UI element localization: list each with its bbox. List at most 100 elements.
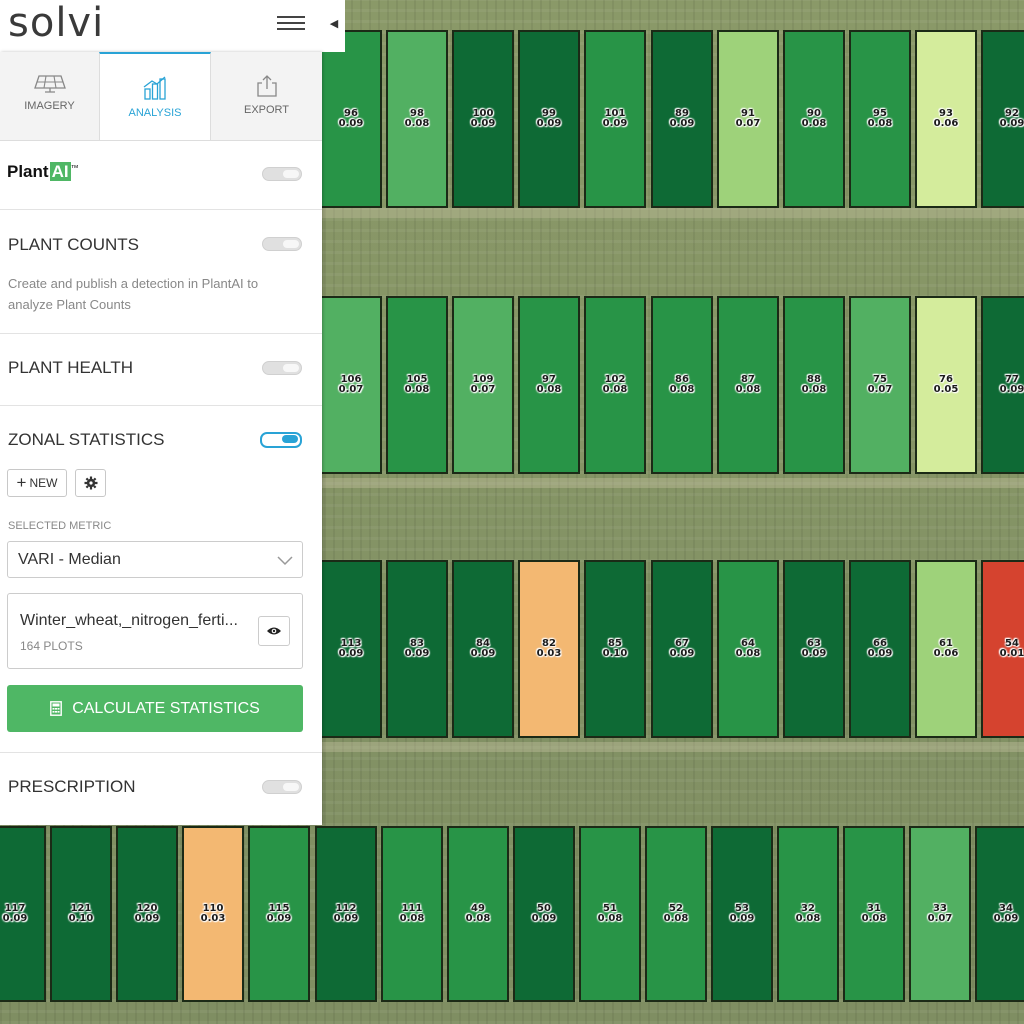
plot-label: 76 0.05 [917,375,975,395]
plot-value: 0.09 [536,118,562,129]
plot-label: 84 0.09 [454,639,512,659]
plot-84[interactable]: 84 0.09 [452,560,514,738]
plot-95[interactable]: 95 0.08 [849,30,911,208]
plot-89[interactable]: 89 0.09 [651,30,713,208]
plot-label: 31 0.08 [845,904,903,924]
new-button[interactable]: + NEW [7,469,67,497]
plot-52[interactable]: 52 0.08 [645,826,707,1002]
plot-75[interactable]: 75 0.07 [849,296,911,474]
plantai-toggle[interactable] [262,167,302,181]
plot-85[interactable]: 85 0.10 [584,560,646,738]
plot-value: 0.10 [602,648,628,659]
plant-counts-toggle[interactable] [262,237,302,251]
plot-51[interactable]: 51 0.08 [579,826,641,1002]
plot-value: 0.09 [338,648,364,659]
settings-button[interactable] [75,469,106,497]
plot-113[interactable]: 113 0.09 [320,560,382,738]
plot-label: 63 0.09 [785,639,843,659]
plot-value: 0.08 [602,384,628,395]
plot-label: 120 0.09 [118,904,176,924]
plot-value: 0.09 [531,913,557,924]
plant-health-toggle[interactable] [262,361,302,375]
layer-card[interactable]: Winter_wheat,_nitrogen_ferti... 164 PLOT… [7,593,303,669]
collapse-panel-icon[interactable]: ◀ [323,0,345,46]
plot-111[interactable]: 111 0.08 [381,826,443,1002]
plot-value: 0.09 [993,913,1019,924]
plot-101[interactable]: 101 0.09 [584,30,646,208]
plot-label: 52 0.08 [647,904,705,924]
plantai-section: Plant AI ™ [0,140,322,210]
selected-metric-label: SELECTED METRIC [8,520,112,532]
plot-91[interactable]: 91 0.07 [717,30,779,208]
plot-105[interactable]: 105 0.08 [386,296,448,474]
logo-text: solvi [8,0,105,46]
plot-value: 0.09 [729,913,755,924]
plot-115[interactable]: 115 0.09 [248,826,310,1002]
plot-121[interactable]: 121 0.10 [50,826,112,1002]
plot-83[interactable]: 83 0.09 [386,560,448,738]
plot-value: 0.08 [867,118,893,129]
layer-name: Winter_wheat,_nitrogen_ferti... [20,612,238,629]
plot-66[interactable]: 66 0.09 [849,560,911,738]
plot-label: 91 0.07 [719,109,777,129]
plot-117[interactable]: 117 0.09 [0,826,46,1002]
plot-63[interactable]: 63 0.09 [783,560,845,738]
plot-61[interactable]: 61 0.06 [915,560,977,738]
plot-label: 83 0.09 [388,639,446,659]
plot-77[interactable]: 77 0.09 [981,296,1024,474]
section-title: PLANT COUNTS [8,235,139,254]
metric-dropdown[interactable]: VARI - Median [7,541,303,578]
plot-87[interactable]: 87 0.08 [717,296,779,474]
prescription-toggle[interactable] [262,780,302,794]
plot-109[interactable]: 109 0.07 [452,296,514,474]
plot-86[interactable]: 86 0.08 [651,296,713,474]
plot-label: 53 0.09 [713,904,771,924]
panel-tabs: IMAGERY ANALYSIS EXPORT [0,52,322,141]
plot-54[interactable]: 54 0.01 [981,560,1024,738]
plot-53[interactable]: 53 0.09 [711,826,773,1002]
plot-92[interactable]: 92 0.09 [981,30,1024,208]
plot-label: 50 0.09 [515,904,573,924]
plot-label: 109 0.07 [454,375,512,395]
tab-label: ANALYSIS [128,107,182,119]
plot-97[interactable]: 97 0.08 [518,296,580,474]
calculate-statistics-button[interactable]: CALCULATE STATISTICS [7,685,303,732]
plot-93[interactable]: 93 0.06 [915,30,977,208]
hamburger-menu-icon[interactable] [277,12,305,36]
plot-96[interactable]: 96 0.09 [320,30,382,208]
plot-34[interactable]: 34 0.09 [975,826,1024,1002]
plot-64[interactable]: 64 0.08 [717,560,779,738]
solvi-logo[interactable]: solvi [8,0,104,46]
tab-export[interactable]: EXPORT [211,52,322,139]
plot-value: 0.03 [536,648,562,659]
tab-imagery[interactable]: IMAGERY [0,52,99,139]
plot-value: 0.09 [470,118,496,129]
plot-102[interactable]: 102 0.08 [584,296,646,474]
plot-82[interactable]: 82 0.03 [518,560,580,738]
plot-label: 89 0.09 [653,109,711,129]
analysis-chart-icon [143,76,166,100]
plot-110[interactable]: 110 0.03 [182,826,244,1002]
plot-99[interactable]: 99 0.09 [518,30,580,208]
zonal-statistics-toggle[interactable] [260,432,302,448]
plots-count: 164 PLOTS [20,639,83,653]
tab-analysis[interactable]: ANALYSIS [99,52,211,140]
visibility-button[interactable] [258,616,290,646]
plot-112[interactable]: 112 0.09 [315,826,377,1002]
plantai-brand-ai: AI [49,162,71,181]
plot-33[interactable]: 33 0.07 [909,826,971,1002]
plot-106[interactable]: 106 0.07 [320,296,382,474]
plot-31[interactable]: 31 0.08 [843,826,905,1002]
plot-32[interactable]: 32 0.08 [777,826,839,1002]
plot-value: 0.09 [404,648,430,659]
plot-label: 97 0.08 [520,375,578,395]
plot-50[interactable]: 50 0.09 [513,826,575,1002]
plot-98[interactable]: 98 0.08 [386,30,448,208]
plot-100[interactable]: 100 0.09 [452,30,514,208]
plot-76[interactable]: 76 0.05 [915,296,977,474]
plot-49[interactable]: 49 0.08 [447,826,509,1002]
plot-90[interactable]: 90 0.08 [783,30,845,208]
plot-67[interactable]: 67 0.09 [651,560,713,738]
plot-120[interactable]: 120 0.09 [116,826,178,1002]
plot-88[interactable]: 88 0.08 [783,296,845,474]
